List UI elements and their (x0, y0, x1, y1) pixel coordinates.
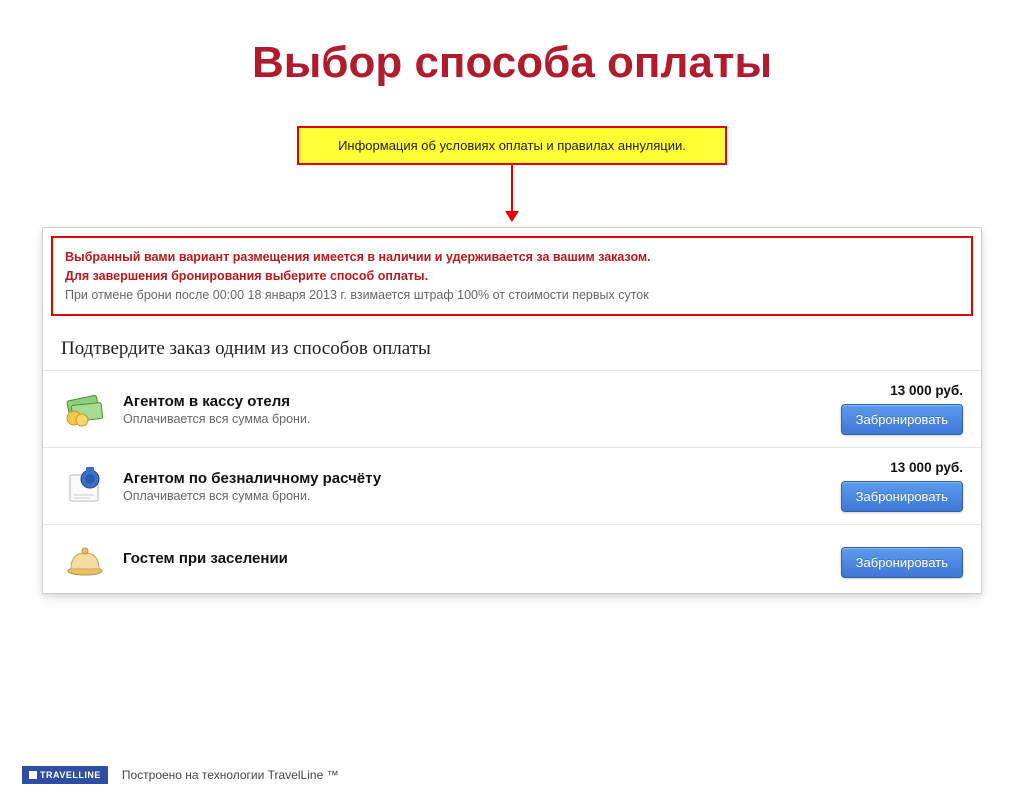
option-sub: Оплачивается вся сумма брони. (123, 489, 813, 503)
book-button[interactable]: Забронировать (841, 404, 963, 435)
cash-icon (61, 387, 109, 431)
arrow-down-icon (505, 163, 519, 222)
option-text: Гостем при заселении (123, 550, 813, 569)
option-sub: Оплачивается вся сумма брони. (123, 412, 813, 426)
callout-text: Информация об условиях оплаты и правилах… (338, 138, 686, 153)
option-text: Агентом по безналичному расчёту Оплачива… (123, 470, 813, 503)
book-button[interactable]: Забронировать (841, 481, 963, 512)
book-button[interactable]: Забронировать (841, 547, 963, 578)
notice-line-3: При отмене брони после 00:00 18 января 2… (65, 286, 959, 305)
option-title: Агентом по безналичному расчёту (123, 470, 813, 487)
invoice-icon (61, 464, 109, 508)
payment-option: Агентом в кассу отеля Оплачивается вся с… (43, 371, 981, 448)
notice-line-2: Для завершения бронирования выберите спо… (65, 267, 959, 286)
travelline-logo: TRAVELLINE (22, 766, 108, 784)
option-text: Агентом в кассу отеля Оплачивается вся с… (123, 393, 813, 426)
payment-option: Агентом по безналичному расчёту Оплачива… (43, 448, 981, 525)
payment-panel: Выбранный вами вариант размещения имеетс… (42, 227, 982, 594)
footer: TRAVELLINE Построено на технологии Trave… (22, 766, 339, 784)
option-title: Агентом в кассу отеля (123, 393, 813, 410)
option-title: Гостем при заселении (123, 550, 813, 567)
option-right: 13 000 руб. Забронировать (813, 460, 963, 512)
price-label: 13 000 руб. (890, 460, 963, 475)
slide-title: Выбор способа оплаты (0, 38, 1024, 88)
footer-text: Построено на технологии TravelLine ™ (122, 768, 339, 782)
callout-box: Информация об условиях оплаты и правилах… (297, 126, 727, 165)
notice-box: Выбранный вами вариант размещения имеетс… (51, 236, 973, 316)
option-right: 13 000 руб. Забронировать (813, 383, 963, 435)
bell-icon (61, 537, 109, 581)
payment-option: Гостем при заселении Забронировать (43, 525, 981, 593)
notice-line-1: Выбранный вами вариант размещения имеетс… (65, 248, 959, 267)
confirm-heading: Подтвердите заказ одним из способов опла… (43, 324, 981, 371)
price-label: 13 000 руб. (890, 383, 963, 398)
option-right: Забронировать (813, 541, 963, 578)
